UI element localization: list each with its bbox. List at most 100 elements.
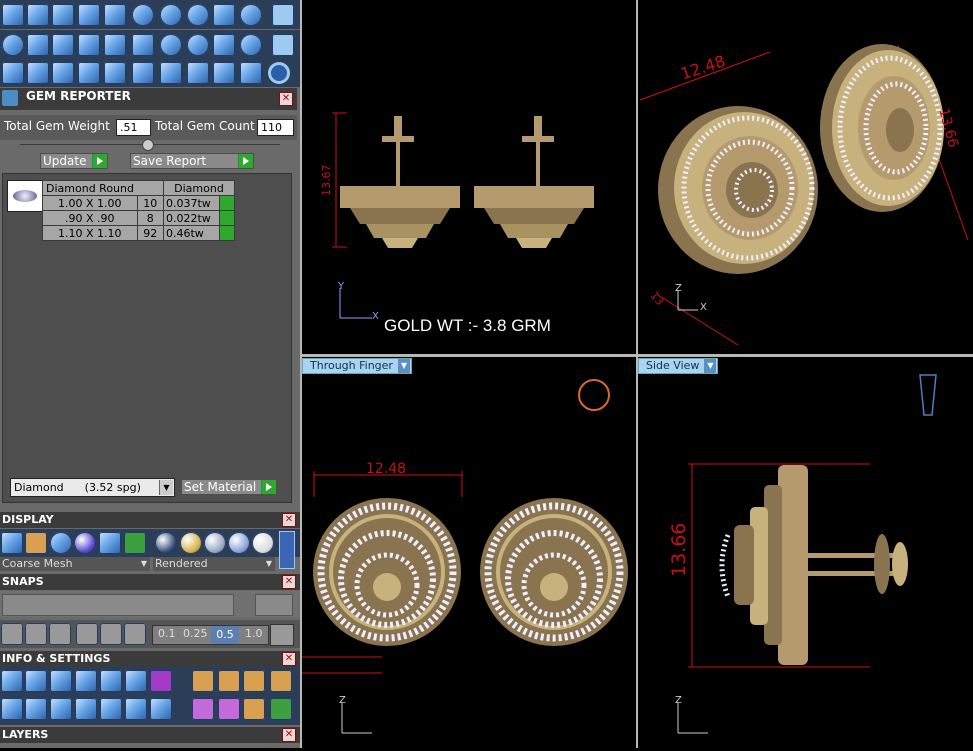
update-button[interactable]: Update	[40, 153, 108, 169]
sphere-icon[interactable]	[74, 532, 96, 554]
group-lock-icon[interactable]	[78, 4, 100, 26]
snap-cube-icon[interactable]	[25, 623, 47, 645]
diamond-icon[interactable]	[27, 34, 49, 56]
report-icon[interactable]	[150, 698, 172, 720]
box-icon[interactable]	[150, 670, 172, 692]
gem-pave-icon[interactable]	[132, 4, 154, 26]
white-ball-icon[interactable]	[252, 532, 274, 554]
curve-offset-icon[interactable]	[52, 62, 74, 84]
gem-array-icon[interactable]	[160, 34, 182, 56]
gem-report-icon[interactable]	[213, 34, 235, 56]
window-icon[interactable]	[1, 698, 23, 720]
panel-expand-icon[interactable]	[272, 34, 294, 56]
printer-icon[interactable]	[50, 670, 72, 692]
gem-drop-icon[interactable]	[160, 4, 182, 26]
grid-icon[interactable]	[124, 532, 146, 554]
row-play-icon[interactable]	[219, 225, 235, 241]
set-material-button[interactable]: Set Material	[181, 479, 277, 495]
edit-icon[interactable]	[125, 670, 147, 692]
link-icon[interactable]	[187, 62, 209, 84]
gem-chain-icon[interactable]	[240, 34, 262, 56]
table-row[interactable]: 1.00 X 1.00 10 0.037tw	[42, 195, 235, 211]
cubes-icon[interactable]	[2, 62, 24, 84]
layout-alt-icon[interactable]	[243, 670, 265, 692]
snap-hash-icon[interactable]	[270, 624, 294, 646]
gem-ring-icon[interactable]	[240, 4, 262, 26]
delete-icon[interactable]	[270, 670, 292, 692]
filter-icon[interactable]	[100, 698, 122, 720]
gem-place-icon[interactable]	[187, 4, 209, 26]
baguette-icon[interactable]	[52, 34, 74, 56]
prong-icon[interactable]	[213, 4, 235, 26]
view-selector-through-finger[interactable]: Through Finger	[302, 358, 412, 374]
shaded-icon[interactable]	[50, 532, 72, 554]
silver-ball-icon[interactable]	[204, 532, 226, 554]
view-selector-side[interactable]: Side View	[638, 358, 719, 374]
snap-line-icon[interactable]	[49, 623, 71, 645]
save-report-button[interactable]: Save Report	[130, 153, 254, 169]
search-icon[interactable]	[25, 670, 47, 692]
viewport-side[interactable]: Side View 13.66 Z	[638, 357, 973, 748]
settings-gear-icon[interactable]	[1, 670, 23, 692]
material-ball-icon[interactable]	[155, 532, 177, 554]
cylinder-icon[interactable]	[75, 698, 97, 720]
pivot-icon[interactable]	[243, 698, 265, 720]
render-mode-icon[interactable]	[25, 532, 47, 554]
table-row[interactable]: 1.10 X 1.10 92 0.46tw	[42, 225, 235, 241]
close-icon[interactable]: ✕	[282, 513, 296, 527]
monitor-icon[interactable]	[25, 698, 47, 720]
panel-toggle-icon[interactable]	[272, 4, 294, 26]
transform-icon[interactable]	[104, 4, 126, 26]
gem-oval-icon[interactable]	[2, 34, 24, 56]
wireframe-icon[interactable]	[1, 532, 23, 554]
lock-icon[interactable]	[52, 4, 74, 26]
curve-tool-icon[interactable]	[2, 4, 24, 26]
mesh-select[interactable]: Coarse Mesh ▼	[0, 557, 150, 571]
axis-alt-icon[interactable]	[218, 698, 240, 720]
collapse-handle-icon[interactable]	[142, 139, 154, 151]
snap-step-3[interactable]: 1.0	[245, 627, 263, 640]
snap-step-2[interactable]: 0.5	[211, 626, 239, 644]
rotate-icon[interactable]	[132, 62, 154, 84]
snap-camera-icon[interactable]	[255, 594, 293, 616]
display-expand-button[interactable]	[279, 531, 295, 569]
viewport-through-finger[interactable]: Through Finger 12.48 Z	[302, 357, 636, 748]
split-icon[interactable]	[213, 62, 235, 84]
viewport-perspective[interactable]: 12.48 13.66 13 Z X	[638, 0, 973, 354]
device-icon[interactable]	[100, 670, 122, 692]
align-icon[interactable]	[270, 698, 292, 720]
viewport-front[interactable]: 13.67 Y X GOLD WT :- 3.8 GRM	[302, 0, 636, 354]
row-play-icon[interactable]	[219, 210, 235, 226]
close-icon[interactable]: ✕	[282, 728, 296, 742]
scale-icon[interactable]	[160, 62, 182, 84]
snap-eye-icon[interactable]	[100, 623, 122, 645]
close-icon[interactable]: ✕	[279, 92, 293, 106]
cut-icon[interactable]	[240, 62, 262, 84]
line-tool-icon[interactable]	[27, 4, 49, 26]
channel-icon[interactable]	[104, 34, 126, 56]
measure-icon[interactable]	[75, 670, 97, 692]
close-icon[interactable]: ✕	[282, 575, 296, 589]
material-select[interactable]: Diamond (3.52 spg) ▼	[10, 478, 175, 497]
arc-icon[interactable]	[27, 62, 49, 84]
environment-icon[interactable]	[99, 532, 121, 554]
layout-icon[interactable]	[218, 670, 240, 692]
select-icon[interactable]	[125, 698, 147, 720]
gem-circle-icon[interactable]	[187, 34, 209, 56]
move-icon[interactable]	[104, 62, 126, 84]
snap-grid-icon[interactable]	[1, 623, 23, 645]
glass-ball-icon[interactable]	[228, 532, 250, 554]
snap-step-0[interactable]: 0.1	[158, 627, 176, 640]
table-row[interactable]: .90 X .90 8 0.022tw	[42, 210, 235, 226]
gold-ball-icon[interactable]	[180, 532, 202, 554]
snap-axis-icon[interactable]	[124, 623, 146, 645]
ring-icon[interactable]	[268, 62, 290, 84]
pave-tool-icon[interactable]	[132, 34, 154, 56]
paint-icon[interactable]	[192, 670, 214, 692]
axis-icon[interactable]	[192, 698, 214, 720]
snap-diagonal-icon[interactable]	[76, 623, 98, 645]
cube-icon[interactable]	[50, 698, 72, 720]
render-select[interactable]: Rendered ▼	[153, 557, 275, 571]
row-play-icon[interactable]	[219, 195, 235, 211]
close-icon[interactable]: ✕	[282, 652, 296, 666]
